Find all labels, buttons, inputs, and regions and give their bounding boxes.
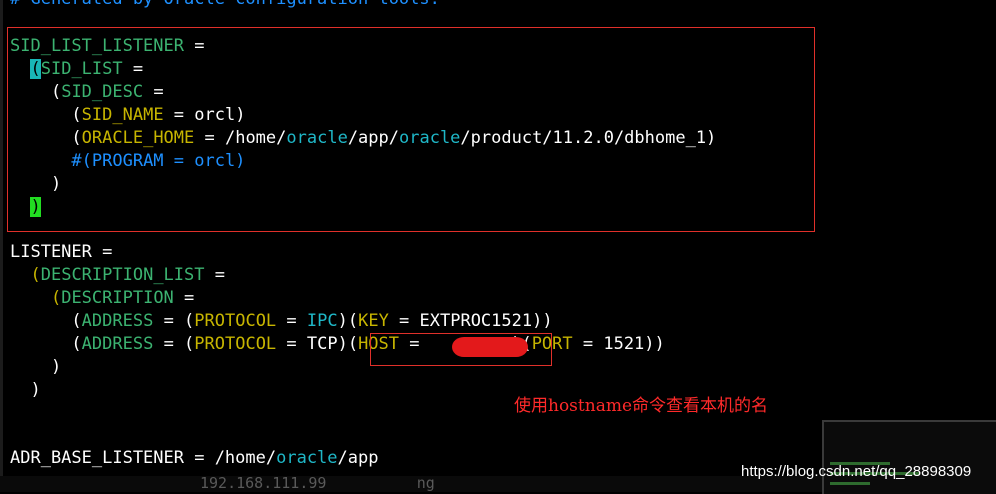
text: = ( (153, 311, 195, 331)
thumbnail-window[interactable] (822, 420, 996, 494)
address-tcp-line: (ADDRESS = (PROTOCOL = TCP)(HOST = ng)(P… (10, 333, 665, 355)
left-window-edge (0, 0, 3, 492)
paren: ) (50, 357, 62, 377)
parameter: PROTOCOL (194, 311, 277, 331)
keyword: ADDRESS (81, 334, 154, 354)
keyword: DESCRIPTION (61, 288, 174, 308)
text: = (204, 265, 225, 285)
keyword: ADDRESS (81, 311, 154, 331)
annotation-text: 使用hostname命令查看本机的名 (514, 396, 769, 416)
value: IPC (306, 311, 338, 331)
paren: ( (30, 265, 41, 285)
paren: ) (30, 380, 41, 400)
watermark-url: https://blog.csdn.net/qq_28898309 (741, 463, 972, 480)
text: /app (337, 448, 379, 468)
text: LISTENER = (10, 242, 113, 262)
text: = ( (153, 334, 195, 354)
parameter: KEY (358, 311, 389, 331)
ghost-text: 192.168.111.99 ng (200, 474, 435, 492)
listener-line: LISTENER = (10, 241, 112, 263)
description-line: (DESCRIPTION = (10, 287, 194, 309)
paren: ( (71, 311, 82, 331)
address-ipc-line: (ADDRESS = (PROTOCOL = IPC)(KEY = EXTPRO… (10, 310, 553, 332)
text: = EXTPROC1521)) (388, 311, 553, 331)
sid-list-highlight-box (7, 27, 815, 232)
background-window-strip: 192.168.111.99 ng (0, 474, 840, 492)
value: oracle (276, 448, 338, 468)
keyword: DESCRIPTION_LIST (40, 265, 205, 285)
text: = (173, 288, 195, 308)
paren: ( (50, 288, 62, 308)
parameter: PROTOCOL (194, 334, 277, 354)
paren: ( (71, 334, 82, 354)
text: = 1521)) (572, 334, 665, 354)
terminal-window[interactable]: # Generated by Oracle configuration tool… (0, 0, 996, 492)
comment-line: # Generated by Oracle configuration tool… (10, 0, 440, 10)
adr-base-listener-line: ADR_BASE_LISTENER = /home/oracle/app (10, 447, 378, 469)
text: )( (337, 311, 359, 331)
text: = (276, 311, 307, 331)
text: = TCP)( (276, 334, 359, 354)
close-paren-line-3: ) (10, 379, 41, 401)
close-paren-line-2: ) (10, 356, 61, 378)
redaction-mark (452, 337, 528, 357)
text: ADR_BASE_LISTENER = /home/ (10, 448, 277, 468)
description-list-line: (DESCRIPTION_LIST = (10, 264, 225, 286)
